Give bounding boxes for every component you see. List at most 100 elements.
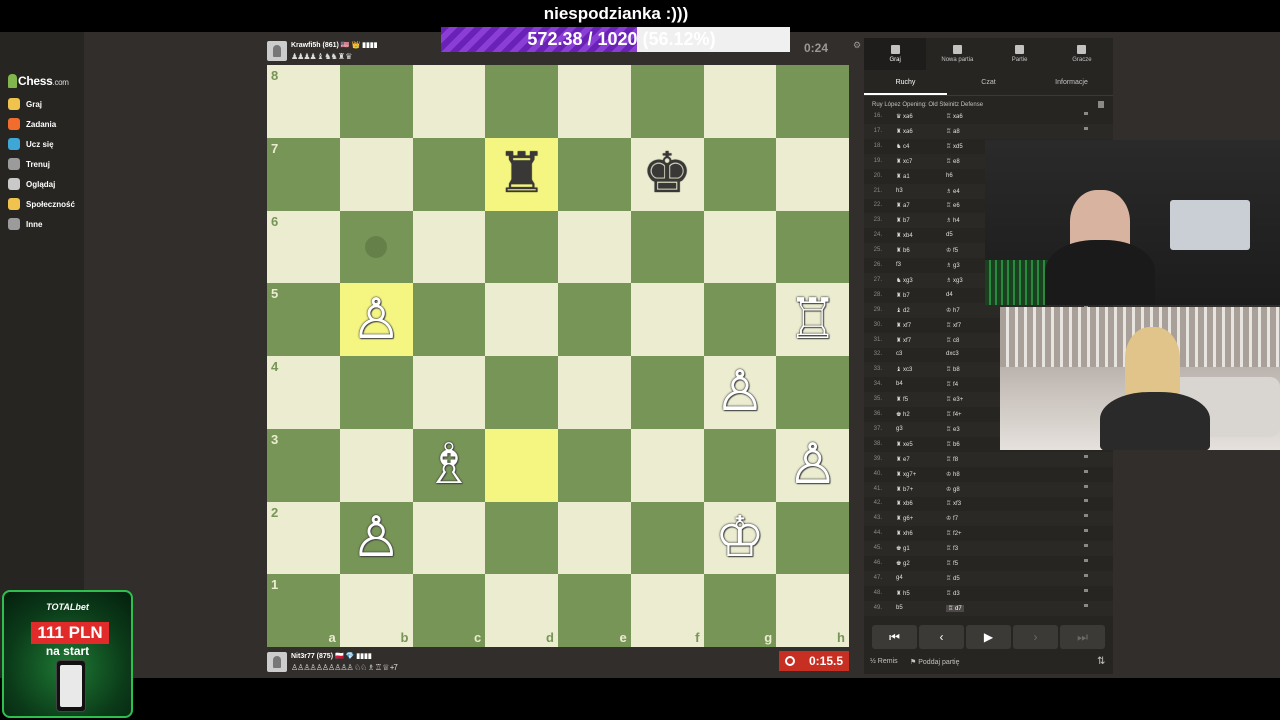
square-e2[interactable]	[558, 501, 631, 575]
square-f6[interactable]	[630, 210, 704, 284]
white-move[interactable]: ♜ xc7	[896, 158, 912, 165]
square-b4[interactable]	[339, 356, 413, 429]
square-g5[interactable]	[703, 283, 777, 356]
white-move[interactable]: ♚ g2	[896, 560, 910, 567]
white-move[interactable]: ♜ xh6	[896, 530, 913, 537]
black-move[interactable]: ♖ d5	[946, 575, 960, 582]
black-move[interactable]: ♔ h8	[946, 471, 960, 478]
square-b7[interactable]	[339, 137, 413, 211]
sidebar-item-1[interactable]: Graj	[8, 97, 42, 111]
black-move[interactable]: ♖ xa6	[946, 113, 963, 120]
panel-tab-3[interactable]: Partie	[989, 38, 1051, 70]
white-move[interactable]: ♜ b7	[896, 292, 910, 299]
white-move[interactable]: ♝ xc3	[896, 366, 912, 373]
white-move[interactable]: ♛ xa6	[896, 113, 913, 120]
square-b6[interactable]	[339, 210, 413, 284]
book-icon[interactable]	[1098, 101, 1104, 108]
sidebar-item-3[interactable]: Ucz się	[8, 137, 54, 151]
black-move[interactable]: ♗ h4	[946, 217, 960, 224]
square-a2[interactable]: 2	[267, 501, 340, 575]
square-a5[interactable]: 5	[267, 283, 340, 356]
black-move[interactable]: ♖ f4+	[946, 411, 962, 418]
sidebar-item-2[interactable]: Zadania	[8, 117, 56, 131]
square-h7[interactable]	[776, 137, 849, 211]
square-b8[interactable]	[339, 65, 413, 138]
white-move[interactable]: c3	[896, 351, 902, 357]
white-move[interactable]: ♜ f5	[896, 396, 908, 403]
white-pawn-b5[interactable]: ♙	[340, 283, 413, 356]
white-move[interactable]: ♞ c4	[896, 143, 909, 150]
black-move[interactable]: ♖ e8	[946, 158, 960, 165]
black-move[interactable]: ♖ f2+	[946, 530, 962, 537]
black-move[interactable]: ♖ c8	[946, 337, 959, 344]
white-move[interactable]: ♜ xg7+	[896, 471, 916, 478]
square-a6[interactable]: 6	[267, 210, 340, 284]
black-move[interactable]: ♔ g8	[946, 486, 960, 493]
black-move[interactable]: ♖ e6	[946, 202, 960, 209]
last-move-icon[interactable]: ⏭	[1060, 625, 1105, 649]
white-move[interactable]: ♜ b7	[896, 217, 910, 224]
white-move[interactable]: ♜ xb4	[896, 232, 913, 239]
white-move[interactable]: ♚ g1	[896, 545, 910, 552]
subtab-1[interactable]: Ruchy	[864, 70, 947, 95]
square-c6[interactable]	[412, 210, 486, 284]
black-king-f7[interactable]: ♚	[631, 138, 704, 211]
square-d4[interactable]	[485, 356, 558, 429]
first-move-icon[interactable]: ⏮	[872, 625, 917, 649]
square-d8[interactable]	[485, 65, 558, 138]
sponsor-ad[interactable]: TOTALbet 111 PLN na start	[2, 590, 133, 718]
black-move[interactable]: ♖ e3+	[946, 396, 963, 403]
panel-tab-1[interactable]: Graj	[864, 38, 927, 70]
black-rook-d7[interactable]: ♜	[485, 138, 558, 211]
white-move[interactable]: f3	[896, 262, 901, 268]
square-d1[interactable]: d	[485, 574, 558, 647]
white-move[interactable]: ♞ xg3	[896, 277, 913, 284]
play-icon[interactable]: ▶	[966, 625, 1011, 649]
panel-tab-4[interactable]: Gracze	[1051, 38, 1113, 70]
prev-move-icon[interactable]: ‹	[919, 625, 964, 649]
square-d6[interactable]	[485, 210, 558, 284]
white-rook-h5[interactable]: ♖	[776, 283, 849, 356]
square-h2[interactable]	[776, 501, 849, 575]
square-e4[interactable]	[558, 356, 631, 429]
square-f1[interactable]: f	[630, 574, 704, 647]
square-c7[interactable]	[412, 137, 486, 211]
white-move[interactable]: g4	[896, 575, 903, 581]
white-pawn-g4[interactable]: ♙	[704, 356, 777, 429]
white-move[interactable]: g3	[896, 426, 903, 432]
square-e8[interactable]	[558, 65, 631, 138]
bottom-player-name[interactable]: Nit3r77 (875) 🇵🇱 💎 ▮▮▮▮	[291, 652, 372, 660]
white-move[interactable]: ♝ d2	[896, 307, 910, 314]
square-e5[interactable]	[558, 283, 631, 356]
white-move[interactable]: ♜ xb6	[896, 500, 913, 507]
white-move[interactable]: b4	[896, 381, 903, 387]
black-move[interactable]: h6	[946, 173, 953, 179]
panel-tab-2[interactable]: Nowa partia	[926, 38, 988, 70]
black-move[interactable]: ♖ f4	[946, 381, 958, 388]
square-c5[interactable]	[412, 283, 486, 356]
top-player-avatar[interactable]	[267, 41, 287, 61]
black-move[interactable]: ♗ xg3	[946, 277, 963, 284]
black-move[interactable]: ♖ b6	[946, 441, 960, 448]
settings-gear-icon[interactable]: ⚙	[853, 40, 861, 51]
square-e6[interactable]	[558, 210, 631, 284]
square-a4[interactable]: 4	[267, 356, 340, 429]
black-move[interactable]: ♖ xd5	[946, 143, 963, 150]
square-h8[interactable]	[776, 65, 849, 138]
white-pawn-h3[interactable]: ♙	[776, 429, 849, 502]
offer-draw-button[interactable]: ½ Remis	[870, 658, 898, 665]
white-move[interactable]: ♚ h2	[896, 411, 910, 418]
subtab-3[interactable]: Informacje	[1030, 70, 1113, 95]
white-move[interactable]: ♜ xa6	[896, 128, 913, 135]
black-move[interactable]: ♖ xf7	[946, 322, 961, 329]
black-move[interactable]: ♖ d3	[946, 590, 960, 597]
sidebar-item-7[interactable]: Inne	[8, 217, 42, 231]
square-f2[interactable]	[630, 501, 704, 575]
square-f8[interactable]	[630, 65, 704, 138]
white-move[interactable]: h3	[896, 188, 903, 194]
next-move-icon[interactable]: ›	[1013, 625, 1058, 649]
square-d2[interactable]	[485, 501, 558, 575]
square-g1[interactable]: g	[703, 574, 777, 647]
black-move[interactable]: ♖ a8	[946, 128, 960, 135]
black-move[interactable]: ♖ b8	[946, 366, 960, 373]
